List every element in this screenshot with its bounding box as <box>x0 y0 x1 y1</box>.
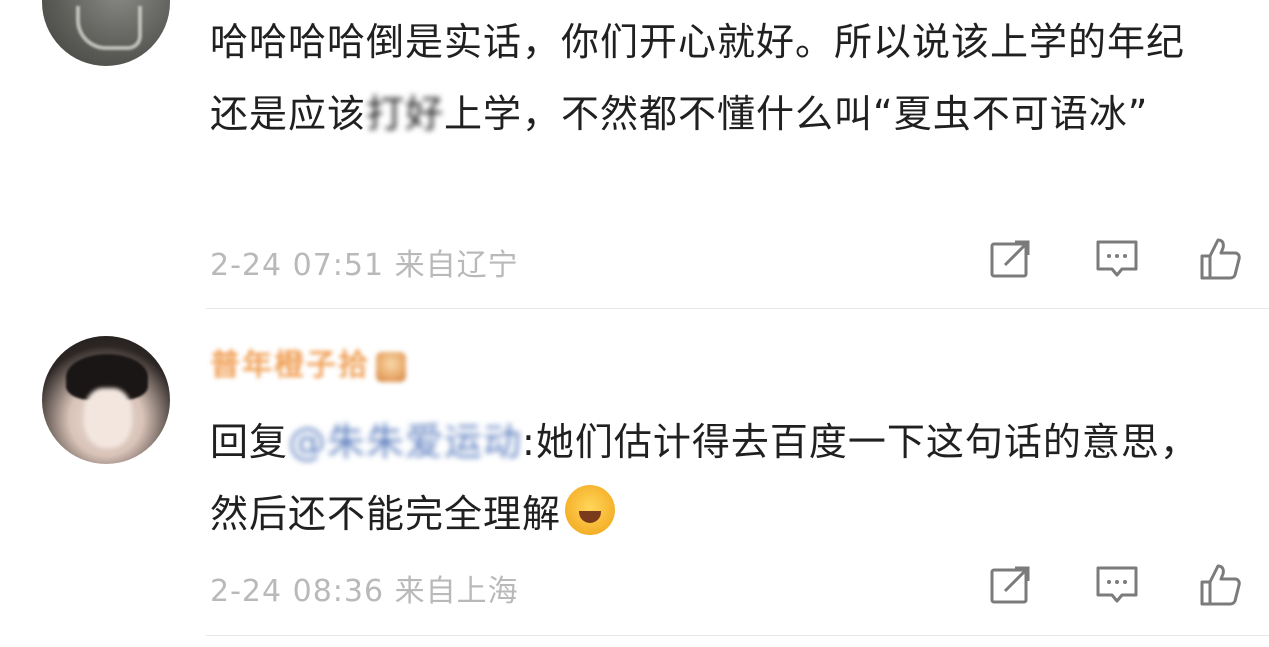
share-icon[interactable] <box>989 237 1033 281</box>
divider <box>206 635 1269 636</box>
divider <box>206 308 1269 309</box>
comment-text-part: 上学，不然都不懂什么叫“夏虫不可语冰” <box>444 92 1149 136</box>
avatar[interactable] <box>42 0 170 66</box>
badge-icon <box>376 351 406 382</box>
comment-item: 普年橙子拾 回复@朱朱爱运动:她们估计得去百度一下这句话的意思，然后还不能完全理… <box>0 310 1269 647</box>
comment-text: 回复@朱朱爱运动:她们估计得去百度一下这句话的意思，然后还不能完全理解 <box>210 406 1220 550</box>
comment-location: 来自上海 <box>394 574 519 609</box>
reply-prefix: 回复 <box>210 420 289 464</box>
laughing-crying-emoji-icon <box>565 485 616 535</box>
share-icon[interactable] <box>989 563 1033 607</box>
avatar-graphic <box>76 6 142 50</box>
comment-meta: 2-24 08:36 来自上海 <box>210 566 519 610</box>
thumbs-up-icon[interactable] <box>1198 563 1242 607</box>
comment-location: 来自辽宁 <box>394 248 519 283</box>
mention-link[interactable]: @朱朱爱运动 <box>288 420 522 464</box>
comment-text: 哈哈哈哈倒是实话，你们开心就好。所以说该上学的年纪还是应该打好上学，不然都不懂什… <box>210 6 1220 150</box>
comment-meta: 2-24 07:51 来自辽宁 <box>210 240 519 284</box>
avatar[interactable] <box>42 336 170 464</box>
avatar-face <box>84 388 132 448</box>
comment-icon[interactable] <box>1095 237 1139 281</box>
blurred-text: 打好 <box>366 92 445 136</box>
thumbs-up-icon[interactable] <box>1198 237 1242 281</box>
username-text: 普年橙子拾 <box>210 348 370 383</box>
username[interactable]: 普年橙子拾 <box>210 344 406 388</box>
comment-icon[interactable] <box>1095 563 1139 607</box>
comment-time: 2-24 07:51 <box>210 248 385 283</box>
comment-item: 哈哈哈哈倒是实话，你们开心就好。所以说该上学的年纪还是应该打好上学，不然都不懂什… <box>0 0 1269 310</box>
comment-time: 2-24 08:36 <box>210 574 385 609</box>
